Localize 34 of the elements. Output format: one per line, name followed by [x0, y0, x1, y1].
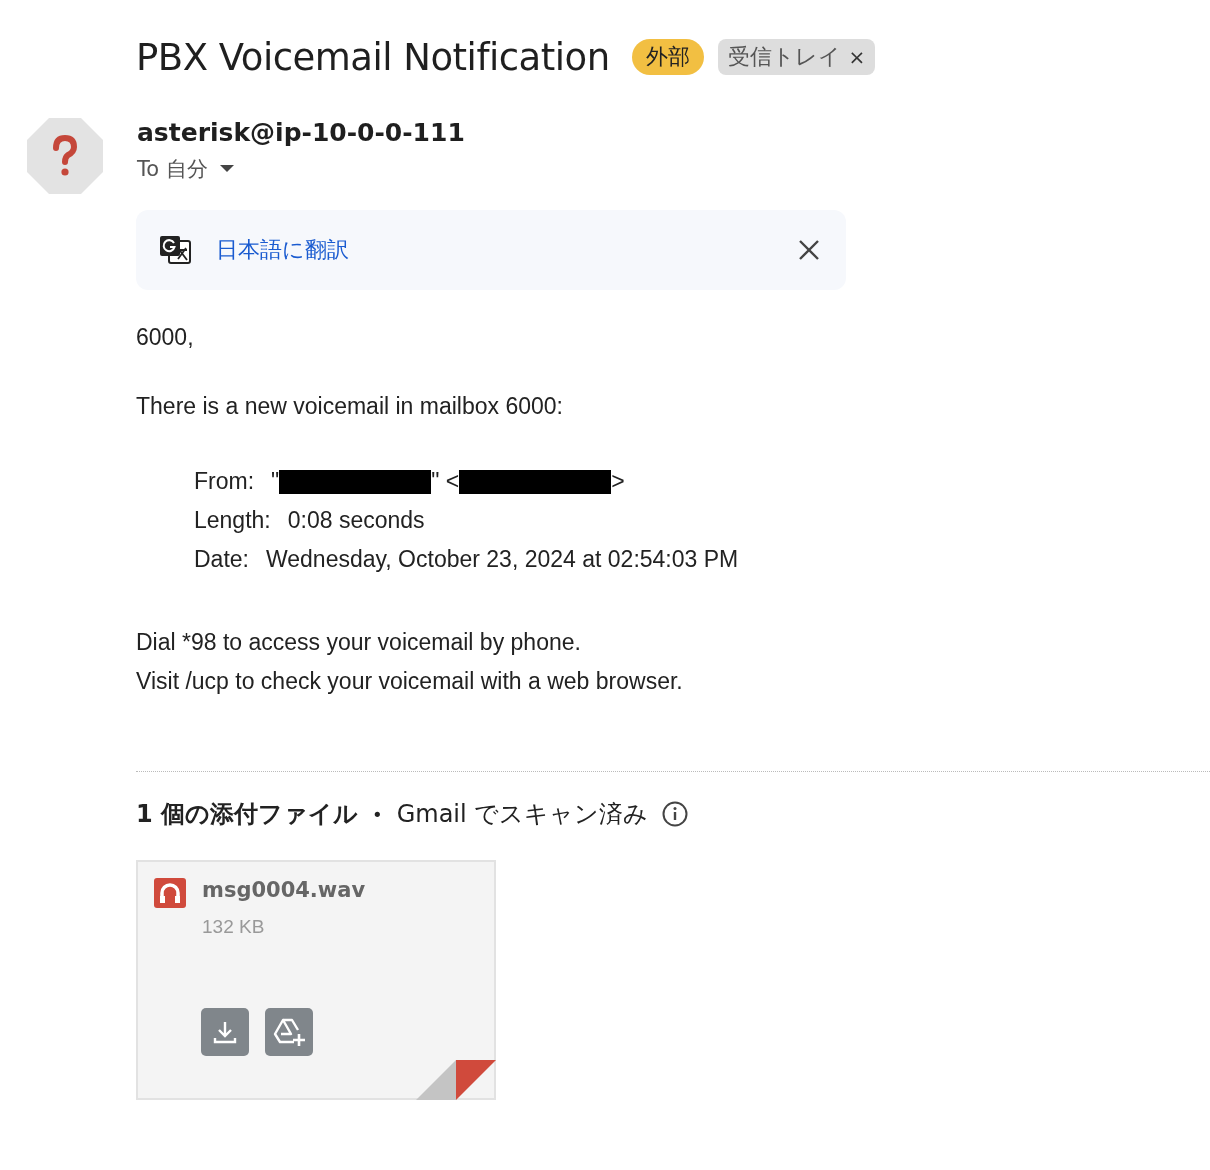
field-label: Date: [194, 545, 249, 574]
file-size: 132 KB [202, 916, 266, 938]
sender-address: asterisk@ip-10-0-0-111 [137, 118, 465, 147]
label-text: 受信トレイ [727, 43, 841, 71]
file-name: msg0004.wav [202, 878, 366, 902]
recipient-dropdown[interactable]: To 自分 [137, 155, 234, 183]
field-label: Length: [194, 506, 271, 535]
body-text: 6000, [136, 324, 195, 351]
body-text: Dial *98 to access your voicemail by phone. [136, 628, 582, 657]
attachment-count: 1 個の添付ファイル [136, 799, 359, 830]
drive-add-icon [272, 1017, 306, 1047]
download-button[interactable] [201, 1008, 249, 1056]
field-value: " [271, 467, 280, 496]
field-label: From: [194, 467, 255, 496]
attachment-card[interactable]: msg0004.wav 132 KB [136, 860, 496, 1100]
field-value: " < [431, 467, 460, 496]
remove-label-button[interactable]: × [848, 45, 866, 69]
info-icon[interactable] [662, 801, 689, 827]
body-text: Visit /ucp to check your voicemail with a web browser. [136, 667, 684, 696]
email-subject: PBX Voicemail Notification [136, 35, 610, 79]
scan-notice: Gmail でスキャン済み [396, 799, 649, 830]
translate-icon [158, 234, 192, 266]
external-label: 外部 [631, 39, 704, 75]
field-value: Wednesday, October 23, 2024 at 02:54:03 PM [266, 545, 739, 574]
close-icon[interactable] [798, 239, 820, 261]
separator-dot: • [372, 803, 383, 825]
field-value: > [611, 467, 625, 496]
download-icon [212, 1019, 238, 1045]
caret-icon [219, 165, 234, 173]
body-text: There is a new voicemail in mailbox 6000: [136, 393, 564, 420]
add-to-drive-button[interactable] [265, 1008, 313, 1056]
headphones-icon [154, 878, 186, 908]
translate-link[interactable]: 日本語に翻訳 [216, 235, 774, 265]
field-value: 0:08 seconds [287, 506, 425, 535]
